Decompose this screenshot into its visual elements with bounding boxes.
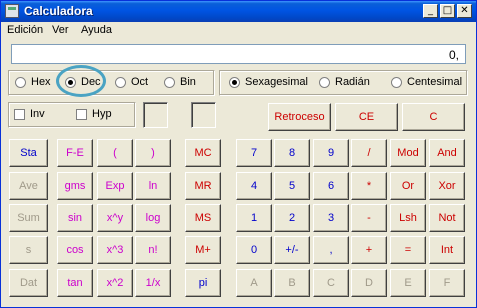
calculator-icon <box>5 4 19 18</box>
key-tan-4-1[interactable]: tan <box>57 269 93 297</box>
key-ave-1-0[interactable]: Ave <box>9 172 48 200</box>
key-8-0-6[interactable]: 8 <box>274 139 310 167</box>
menu-bar: Edición Ver Ayuda <box>1 23 476 39</box>
backspace-button[interactable]: Retroceso <box>268 103 331 131</box>
key-3-2-7[interactable]: 3 <box>313 204 349 232</box>
key-mod-0-9[interactable]: Mod <box>390 139 426 167</box>
key-2-2-6[interactable]: 2 <box>274 204 310 232</box>
radio-label: Dec <box>81 76 101 88</box>
key-x-2-4-2[interactable]: x^2 <box>97 269 133 297</box>
radio-button-icon[interactable] <box>115 77 126 88</box>
key-lsh-2-9[interactable]: Lsh <box>390 204 426 232</box>
radio-button-icon[interactable] <box>391 77 402 88</box>
key-int-3-10[interactable]: Int <box>429 236 465 264</box>
radio-button-icon[interactable] <box>319 77 330 88</box>
key-gms-1-1[interactable]: gms <box>57 172 93 200</box>
key-6-1-7[interactable]: 6 <box>313 172 349 200</box>
key-symbol-0-2[interactable]: ( <box>97 139 133 167</box>
key-symbol-2-8[interactable]: - <box>351 204 387 232</box>
key-n-3-3[interactable]: n! <box>135 236 171 264</box>
key-x-3-3-2[interactable]: x^3 <box>97 236 133 264</box>
hyp-checkbox-label: Hyp <box>92 108 112 120</box>
ce-button[interactable]: CE <box>335 103 398 131</box>
key-d-4-8[interactable]: D <box>351 269 387 297</box>
radio-label: Radián <box>335 76 370 88</box>
radio-label: Oct <box>131 76 149 88</box>
key-sum-2-0[interactable]: Sum <box>9 204 48 232</box>
key-f-4-10[interactable]: F <box>429 269 465 297</box>
key-xor-1-10[interactable]: Xor <box>429 172 465 200</box>
key-c-4-7[interactable]: C <box>313 269 349 297</box>
minimize-button[interactable]: _ <box>423 4 438 18</box>
c-button[interactable]: C <box>402 103 465 131</box>
key-x-y-2-2[interactable]: x^y <box>97 204 133 232</box>
radio-label: Hex <box>31 76 51 88</box>
key-ln-1-3[interactable]: ln <box>135 172 171 200</box>
close-button[interactable]: ✕ <box>457 4 472 18</box>
menu-ayuda[interactable]: Ayuda <box>81 24 112 36</box>
radio-label: Centesimal <box>407 76 463 88</box>
key-sin-2-1[interactable]: sin <box>57 204 93 232</box>
radio-button-icon[interactable] <box>164 77 175 88</box>
key-7-0-5[interactable]: 7 <box>236 139 272 167</box>
key-not-2-10[interactable]: Not <box>429 204 465 232</box>
key-symbol-3-7[interactable]: , <box>313 236 349 264</box>
radio-button-icon[interactable] <box>229 77 240 88</box>
key-9-0-7[interactable]: 9 <box>313 139 349 167</box>
key-b-4-6[interactable]: B <box>274 269 310 297</box>
key-1-2-5[interactable]: 1 <box>236 204 272 232</box>
radio-button-icon[interactable] <box>65 77 76 88</box>
status-box-memory <box>191 102 216 128</box>
window-title: Calculadora <box>24 4 93 18</box>
key-pi-4-4[interactable]: pi <box>185 269 221 297</box>
key-4-1-5[interactable]: 4 <box>236 172 272 200</box>
menu-ver[interactable]: Ver <box>52 24 69 36</box>
key-plusminus-3-6[interactable]: +/- <box>274 236 310 264</box>
key-mr-1-4[interactable]: MR <box>185 172 221 200</box>
key-s-3-0[interactable]: s <box>9 236 48 264</box>
inv-checkbox-box[interactable] <box>14 109 25 120</box>
key-symbol-3-8[interactable]: + <box>351 236 387 264</box>
key-symbol-0-3[interactable]: ) <box>135 139 171 167</box>
key-5-1-6[interactable]: 5 <box>274 172 310 200</box>
key-m-3-4[interactable]: M+ <box>185 236 221 264</box>
status-box-parentheses <box>143 102 168 128</box>
radio-button-icon[interactable] <box>15 77 26 88</box>
key-f-e-0-1[interactable]: F-E <box>57 139 93 167</box>
key-mc-0-4[interactable]: MC <box>185 139 221 167</box>
hyp-checkbox-box[interactable] <box>76 109 87 120</box>
key-a-4-5[interactable]: A <box>236 269 272 297</box>
maximize-button[interactable]: □ <box>440 4 455 18</box>
key-cos-3-1[interactable]: cos <box>57 236 93 264</box>
key-and-0-10[interactable]: And <box>429 139 465 167</box>
key-or-1-9[interactable]: Or <box>390 172 426 200</box>
key-symbol-3-9[interactable]: = <box>390 236 426 264</box>
calculator-display[interactable]: 0, <box>11 44 466 64</box>
key-1-x-4-3[interactable]: 1/x <box>135 269 171 297</box>
key-ms-2-4[interactable]: MS <box>185 204 221 232</box>
inv-hyp-group <box>8 102 136 128</box>
key-log-2-3[interactable]: log <box>135 204 171 232</box>
key-dat-4-0[interactable]: Dat <box>9 269 48 297</box>
key-symbol-0-8[interactable]: / <box>351 139 387 167</box>
key-0-3-5[interactable]: 0 <box>236 236 272 264</box>
menu-edicion[interactable]: Edición <box>7 24 43 36</box>
key-sta-0-0[interactable]: Sta <box>9 139 48 167</box>
key-symbol-1-8[interactable]: * <box>351 172 387 200</box>
inv-checkbox-label: Inv <box>30 108 45 120</box>
key-e-4-9[interactable]: E <box>390 269 426 297</box>
key-exp-1-2[interactable]: Exp <box>97 172 133 200</box>
display-value: 0, <box>448 48 459 62</box>
title-bar[interactable]: Calculadora _ □ ✕ <box>1 1 476 22</box>
radio-label: Sexagesimal <box>245 76 308 88</box>
calculator-window: Calculadora _ □ ✕ Edición Ver Ayuda 0, I… <box>0 0 477 308</box>
radio-label: Bin <box>180 76 196 88</box>
